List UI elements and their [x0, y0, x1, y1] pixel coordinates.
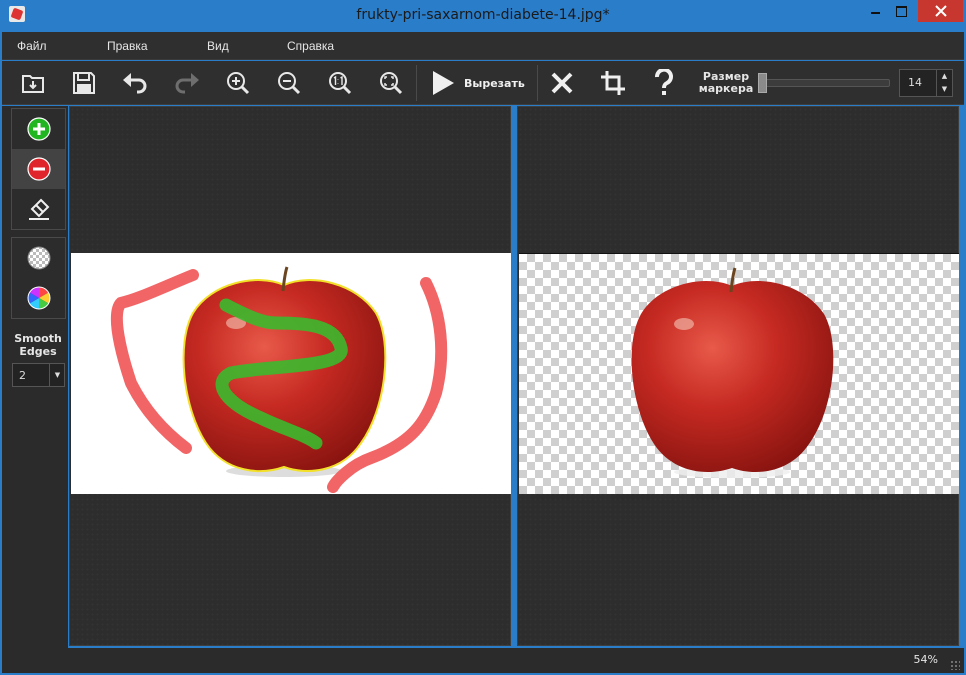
slider-thumb[interactable] [758, 73, 767, 93]
zoom-out-icon [278, 72, 301, 95]
maximize-button[interactable] [888, 0, 914, 22]
undo-icon [123, 73, 147, 94]
zoom-fit-button[interactable] [374, 67, 408, 99]
cut-button[interactable]: Вырезать [430, 67, 530, 99]
help-button[interactable] [647, 67, 681, 99]
menu-view[interactable]: Вид [207, 39, 229, 53]
eraser-icon [28, 198, 49, 220]
background-color-button[interactable] [12, 278, 65, 318]
smooth-edges-select[interactable]: 2 ▼ [12, 363, 65, 387]
title-bar: frukty-pri-saxarnom-diabete-14.jpg* [0, 0, 966, 32]
source-image[interactable] [71, 253, 511, 494]
cut-label: Вырезать [464, 76, 525, 90]
toolbar-separator [537, 65, 538, 101]
open-button[interactable] [16, 67, 50, 99]
close-x-icon [551, 72, 573, 94]
app-window: frukty-pri-saxarnom-diabete-14.jpg* Файл… [0, 0, 966, 675]
save-icon [73, 72, 95, 94]
remove-marker-button[interactable] [12, 149, 65, 189]
zoom-actual-icon [329, 72, 352, 95]
color-wheel-icon [27, 286, 50, 310]
preview-canvas-pane[interactable] [517, 106, 959, 646]
spinner-up-button[interactable]: ▲ [936, 70, 952, 83]
tool-panel: Smooth Edges 2 ▼ [2, 106, 68, 651]
status-bar: 54% [2, 648, 964, 673]
cancel-button[interactable] [545, 67, 579, 99]
eraser-button[interactable] [12, 189, 65, 229]
redo-icon [175, 73, 199, 94]
menu-edit[interactable]: Правка [107, 39, 148, 53]
apple-cutout [631, 267, 834, 478]
minus-circle-icon [26, 157, 51, 181]
close-icon [934, 5, 947, 17]
transparency-icon [27, 246, 50, 270]
menu-bar: Файл Правка Вид Справка [2, 32, 964, 60]
marker-size-label: Размер маркера [698, 70, 754, 95]
undo-button[interactable] [118, 67, 152, 99]
marker-tool-group [11, 108, 66, 230]
transparent-background-button[interactable] [12, 238, 65, 278]
background-tool-group [11, 237, 66, 319]
zoom-actual-button[interactable] [323, 67, 357, 99]
spinner-down-button[interactable]: ▼ [936, 83, 952, 96]
menu-file[interactable]: Файл [17, 39, 47, 53]
zoom-fit-icon [380, 72, 403, 95]
marker-size-slider[interactable] [760, 79, 890, 87]
zoom-in-icon [227, 72, 250, 95]
apple-photo [110, 266, 448, 493]
smooth-edges-label: Smooth Edges [14, 332, 62, 358]
play-icon [433, 71, 454, 95]
keep-marker-button[interactable] [12, 109, 65, 149]
open-icon [22, 75, 44, 93]
minimize-button[interactable] [862, 0, 888, 22]
save-button[interactable] [67, 67, 101, 99]
chevron-down-icon[interactable]: ▼ [49, 364, 65, 386]
resize-grip[interactable] [950, 660, 960, 670]
zoom-out-button[interactable] [272, 67, 306, 99]
smooth-edges-value: 2 [19, 369, 26, 382]
marker-size-value: 14 [908, 76, 922, 89]
toolbar: Вырезать Размер маркера 14 ▲ ▼ [2, 61, 964, 105]
help-icon [655, 69, 673, 95]
menu-help[interactable]: Справка [287, 39, 334, 53]
zoom-level: 54% [913, 653, 938, 666]
crop-icon [601, 71, 625, 95]
zoom-in-button[interactable] [221, 67, 255, 99]
marker-size-spinner[interactable]: 14 ▲ ▼ [899, 69, 953, 97]
close-window-button[interactable] [918, 0, 963, 22]
preview-image [519, 253, 959, 494]
plus-circle-icon [26, 117, 51, 141]
redo-button[interactable] [170, 67, 204, 99]
source-canvas-pane[interactable] [69, 106, 511, 646]
window-title: frukty-pri-saxarnom-diabete-14.jpg* [356, 7, 610, 23]
crop-button[interactable] [596, 67, 630, 99]
toolbar-separator [416, 65, 417, 101]
